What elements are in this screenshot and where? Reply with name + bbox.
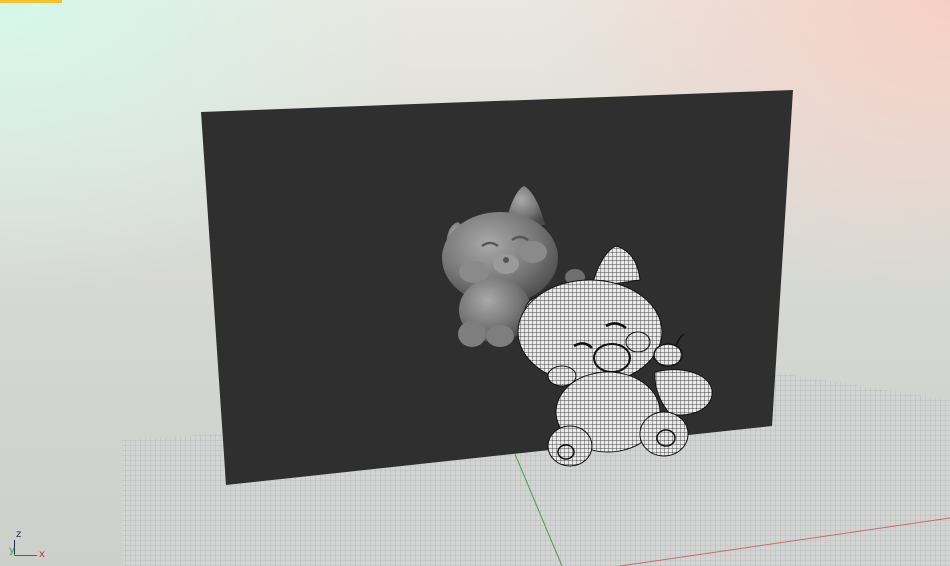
3d-viewport[interactable]: z y x xyxy=(0,0,950,566)
scene-canvas[interactable] xyxy=(0,0,950,566)
axis-z-label: z xyxy=(16,529,22,540)
axis-x-label: x xyxy=(39,549,45,560)
axis-y-label: y xyxy=(9,545,15,556)
axis-x-line xyxy=(15,555,37,556)
axis-gizmo: z y x xyxy=(6,528,50,562)
